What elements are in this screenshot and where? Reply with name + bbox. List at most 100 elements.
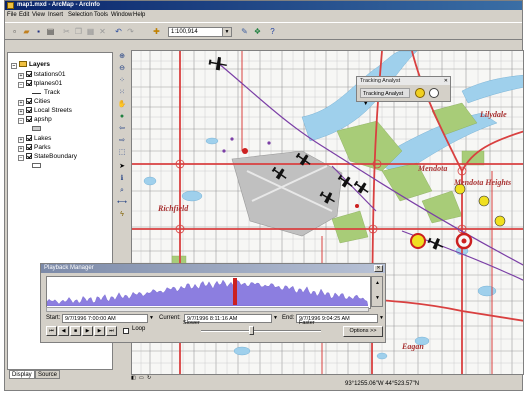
- add-data-icon[interactable]: ✚: [151, 26, 162, 37]
- editor-toolbar-icon[interactable]: ✎: [239, 26, 250, 37]
- collapse-icon[interactable]: −: [18, 155, 24, 161]
- chevron-down-icon[interactable]: ▼: [273, 314, 278, 323]
- zoom-out-icon[interactable]: ⊖: [117, 64, 127, 74]
- open-folder-icon[interactable]: ▰: [21, 26, 32, 37]
- layer-checkbox[interactable]: [26, 153, 32, 159]
- map-label-mendota: Mendota: [417, 164, 447, 173]
- expand-icon[interactable]: +: [18, 137, 24, 143]
- step-back-button[interactable]: ◀: [58, 326, 69, 336]
- find-icon[interactable]: ⌕: [117, 186, 127, 196]
- toc-root[interactable]: − Layers: [11, 61, 50, 69]
- zoom-in-icon[interactable]: ⊕: [117, 52, 127, 62]
- slower-label: Slower: [183, 320, 200, 326]
- print-icon[interactable]: ▤: [45, 26, 56, 37]
- layer-checkbox[interactable]: [26, 116, 32, 122]
- delete-icon[interactable]: ✕: [97, 26, 108, 37]
- pan-icon[interactable]: ✋: [117, 100, 127, 110]
- chevron-down-icon[interactable]: ▼: [222, 28, 231, 36]
- layer-checkbox[interactable]: [26, 98, 32, 104]
- loop-checkbox[interactable]: [123, 328, 129, 334]
- coordinate-readout: 93°1255.06"W 44°523.57"N: [345, 381, 420, 387]
- faster-label: Faster: [299, 320, 315, 326]
- next-extent-icon[interactable]: ⇨: [117, 136, 127, 146]
- close-icon[interactable]: ✕: [374, 265, 383, 272]
- tracking-analyst-menu[interactable]: Tracking Analyst ▼: [360, 88, 410, 107]
- save-icon[interactable]: ▪: [33, 26, 44, 37]
- step-forward-button[interactable]: ▶: [82, 326, 93, 336]
- playback-manager-icon[interactable]: [415, 88, 425, 98]
- menu-window[interactable]: Window: [111, 11, 132, 20]
- paste-icon[interactable]: ▦: [85, 26, 96, 37]
- toc-layer-stateboundary[interactable]: − StateBoundary: [18, 153, 77, 161]
- tab-display[interactable]: Display: [9, 370, 35, 379]
- redo-icon[interactable]: ↷: [125, 26, 136, 37]
- toc-layer-apshp[interactable]: − apshp: [18, 116, 52, 124]
- legend-label: Track: [44, 89, 61, 96]
- menu-insert[interactable]: Insert: [48, 11, 63, 20]
- menu-tools[interactable]: Tools: [94, 11, 108, 20]
- close-icon[interactable]: ✕: [444, 77, 448, 85]
- toc-layer-parks[interactable]: + Parks: [18, 144, 51, 152]
- layer-checkbox[interactable]: [26, 71, 32, 77]
- speed-slider-handle[interactable]: [249, 326, 254, 335]
- toc-layer-tplanes01[interactable]: − tplanes01: [18, 80, 62, 88]
- map-scale-combo[interactable]: 1:100,914 ▼: [168, 27, 232, 37]
- whats-this-help-icon[interactable]: ?: [267, 26, 278, 37]
- cut-icon[interactable]: ✂: [61, 26, 72, 37]
- chevron-down-icon[interactable]: ▼: [149, 314, 154, 323]
- previous-extent-icon[interactable]: ⇦: [117, 124, 127, 134]
- start-time-field[interactable]: 9/7/1996 7:00:00 AM: [62, 314, 148, 323]
- collapse-icon[interactable]: −: [11, 63, 17, 69]
- fixed-zoom-in-icon[interactable]: ⁘: [117, 76, 127, 86]
- playback-manager-title: Playback Manager: [41, 264, 385, 273]
- copy-icon[interactable]: ❐: [73, 26, 84, 37]
- toc-layer-tstations01[interactable]: + tstations01: [18, 71, 65, 79]
- histogram-scroll[interactable]: ▲ ▼: [371, 276, 383, 307]
- histogram-scrollbar[interactable]: [46, 307, 369, 312]
- identify-icon[interactable]: ℹ: [117, 174, 127, 184]
- layer-label: Local Streets: [34, 107, 72, 114]
- speed-slider-track[interactable]: [201, 330, 321, 332]
- tracking-analyst-toolbar: Tracking Analyst ✕ Tracking Analyst ▼: [356, 76, 451, 107]
- menu-file[interactable]: File: [7, 11, 17, 20]
- data-clock-icon[interactable]: [429, 88, 439, 98]
- layer-checkbox[interactable]: [26, 144, 32, 150]
- stop-button[interactable]: ■: [70, 326, 81, 336]
- skip-to-end-button[interactable]: ⏭: [106, 326, 117, 336]
- undo-icon[interactable]: ↶: [113, 26, 124, 37]
- skip-to-start-button[interactable]: ⏮: [46, 326, 57, 336]
- layer-checkbox[interactable]: [26, 135, 32, 141]
- expand-icon[interactable]: +: [18, 73, 24, 79]
- toc-layer-lakes[interactable]: + Lakes: [18, 135, 51, 143]
- layer-checkbox[interactable]: [26, 80, 32, 86]
- current-label: Current:: [159, 315, 181, 321]
- play-button[interactable]: ▶: [94, 326, 105, 336]
- scroll-up-icon[interactable]: ▲: [375, 280, 380, 286]
- expand-icon[interactable]: +: [18, 100, 24, 106]
- menu-edit[interactable]: Edit: [19, 11, 29, 20]
- collapse-icon[interactable]: −: [18, 118, 24, 124]
- arctoolbox-icon[interactable]: ❖: [252, 26, 263, 37]
- select-elements-icon[interactable]: ➤: [117, 162, 127, 172]
- scroll-down-icon[interactable]: ▼: [375, 295, 380, 301]
- toc-layer-local-streets[interactable]: + Local Streets: [18, 107, 72, 115]
- current-time-marker[interactable]: [233, 278, 237, 305]
- full-extent-icon[interactable]: ●: [117, 112, 127, 122]
- menu-selection[interactable]: Selection: [68, 11, 93, 20]
- measure-icon[interactable]: ⟷: [117, 198, 127, 208]
- menu-help[interactable]: Help: [133, 11, 145, 20]
- playback-histogram[interactable]: [46, 276, 371, 309]
- hyperlink-icon[interactable]: ϟ: [117, 210, 127, 220]
- menu-view[interactable]: View: [32, 11, 45, 20]
- options-button[interactable]: Options >>: [343, 326, 383, 337]
- chevron-down-icon[interactable]: ▼: [379, 314, 384, 323]
- expand-icon[interactable]: +: [18, 109, 24, 115]
- tab-source[interactable]: Source: [35, 370, 61, 379]
- toc-layer-cities[interactable]: + Cities: [18, 98, 50, 106]
- layer-checkbox[interactable]: [26, 107, 32, 113]
- new-document-icon[interactable]: ▫: [9, 26, 20, 37]
- select-features-icon[interactable]: ⬚: [117, 148, 127, 158]
- fixed-zoom-out-icon[interactable]: ⁙: [117, 88, 127, 98]
- collapse-icon[interactable]: −: [18, 82, 24, 88]
- expand-icon[interactable]: +: [18, 146, 24, 152]
